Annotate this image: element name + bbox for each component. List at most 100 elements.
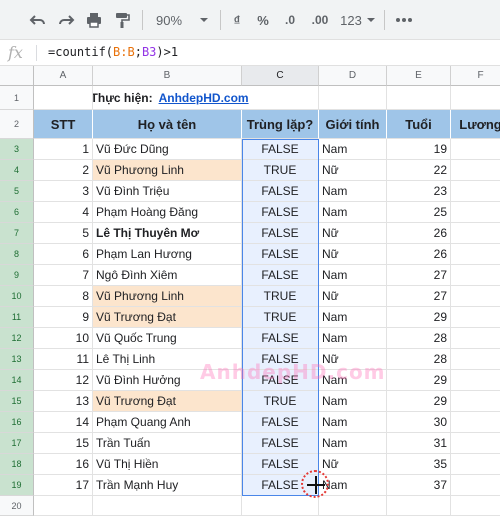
duplicate-check-cell[interactable]: TRUE: [242, 160, 319, 181]
column-header-f[interactable]: F: [451, 66, 500, 86]
row-header-3[interactable]: 3: [0, 139, 34, 160]
duplicate-check-cell[interactable]: FALSE: [242, 412, 319, 433]
row-header-4[interactable]: 4: [0, 160, 34, 181]
cell-empty[interactable]: [451, 496, 500, 516]
decrease-decimal-button[interactable]: .0: [278, 8, 302, 32]
age-cell[interactable]: 29: [387, 391, 451, 412]
salary-cell[interactable]: [451, 328, 500, 349]
header-salary[interactable]: Lương: [451, 110, 500, 139]
row-header-16[interactable]: 16: [0, 412, 34, 433]
gender-cell[interactable]: Nam: [319, 391, 387, 412]
number-format-button[interactable]: 123: [336, 8, 366, 32]
name-cell[interactable]: Vũ Quốc Trung: [93, 328, 242, 349]
gender-cell[interactable]: Nam: [319, 433, 387, 454]
stt-cell[interactable]: 6: [34, 244, 93, 265]
age-cell[interactable]: 28: [387, 328, 451, 349]
cell-empty[interactable]: [451, 86, 500, 110]
stt-cell[interactable]: 15: [34, 433, 93, 454]
more-options-icon[interactable]: [392, 8, 416, 32]
stt-cell[interactable]: 14: [34, 412, 93, 433]
salary-cell[interactable]: [451, 265, 500, 286]
age-cell[interactable]: 29: [387, 370, 451, 391]
cell-empty[interactable]: [319, 86, 387, 110]
redo-icon[interactable]: [54, 8, 78, 32]
salary-cell[interactable]: [451, 181, 500, 202]
stt-cell[interactable]: 8: [34, 286, 93, 307]
gender-cell[interactable]: Nam: [319, 202, 387, 223]
stt-cell[interactable]: 17: [34, 475, 93, 496]
age-cell[interactable]: 27: [387, 265, 451, 286]
row-header-6[interactable]: 6: [0, 202, 34, 223]
row-header-18[interactable]: 18: [0, 454, 34, 475]
stt-cell[interactable]: 2: [34, 160, 93, 181]
gender-cell[interactable]: Nam: [319, 370, 387, 391]
gender-cell[interactable]: Nam: [319, 265, 387, 286]
gender-cell[interactable]: Nữ: [319, 286, 387, 307]
stt-cell[interactable]: 1: [34, 139, 93, 160]
age-cell[interactable]: 31: [387, 433, 451, 454]
age-cell[interactable]: 23: [387, 181, 451, 202]
undo-icon[interactable]: [26, 8, 50, 32]
salary-cell[interactable]: [451, 160, 500, 181]
row-header-20[interactable]: 20: [0, 496, 34, 516]
gender-cell[interactable]: Nam: [319, 139, 387, 160]
salary-cell[interactable]: [451, 286, 500, 307]
row-header-15[interactable]: 15: [0, 391, 34, 412]
title-link[interactable]: AnhdepHD.com: [155, 86, 319, 110]
gender-cell[interactable]: Nữ: [319, 244, 387, 265]
name-cell[interactable]: Vũ Đình Triệu: [93, 181, 242, 202]
salary-cell[interactable]: [451, 244, 500, 265]
row-header-17[interactable]: 17: [0, 433, 34, 454]
cell-empty[interactable]: [387, 86, 451, 110]
row-header-19[interactable]: 19: [0, 475, 34, 496]
chevron-down-icon[interactable]: [196, 8, 212, 32]
gender-cell[interactable]: Nam: [319, 181, 387, 202]
duplicate-check-cell[interactable]: FALSE: [242, 265, 319, 286]
salary-cell[interactable]: [451, 475, 500, 496]
row-header-7[interactable]: 7: [0, 223, 34, 244]
name-cell[interactable]: Trần Tuấn: [93, 433, 242, 454]
age-cell[interactable]: 26: [387, 244, 451, 265]
duplicate-check-cell[interactable]: FALSE: [242, 244, 319, 265]
cell-empty[interactable]: [93, 496, 242, 516]
cell-empty[interactable]: [242, 496, 319, 516]
age-cell[interactable]: 26: [387, 223, 451, 244]
duplicate-check-cell[interactable]: TRUE: [242, 307, 319, 328]
gender-cell[interactable]: Nữ: [319, 160, 387, 181]
header-stt[interactable]: STT: [34, 110, 93, 139]
duplicate-check-cell[interactable]: TRUE: [242, 286, 319, 307]
row-header-5[interactable]: 5: [0, 181, 34, 202]
salary-cell[interactable]: [451, 202, 500, 223]
chevron-down-icon[interactable]: [364, 8, 378, 32]
row-header-14[interactable]: 14: [0, 370, 34, 391]
row-header-10[interactable]: 10: [0, 286, 34, 307]
row-header-8[interactable]: 8: [0, 244, 34, 265]
formula-input[interactable]: =countif(B:B;B3)>1: [48, 45, 178, 59]
salary-cell[interactable]: [451, 454, 500, 475]
row-header-2[interactable]: 2: [0, 110, 34, 139]
age-cell[interactable]: 22: [387, 160, 451, 181]
salary-cell[interactable]: [451, 139, 500, 160]
select-all-corner[interactable]: [0, 66, 34, 86]
header-gender[interactable]: Giới tính: [319, 110, 387, 139]
age-cell[interactable]: 19: [387, 139, 451, 160]
duplicate-check-cell[interactable]: FALSE: [242, 181, 319, 202]
name-cell[interactable]: Phạm Quang Anh: [93, 412, 242, 433]
percent-format-button[interactable]: %: [252, 8, 274, 32]
gender-cell[interactable]: Nữ: [319, 349, 387, 370]
stt-cell[interactable]: 13: [34, 391, 93, 412]
age-cell[interactable]: 37: [387, 475, 451, 496]
stt-cell[interactable]: 3: [34, 181, 93, 202]
row-header-11[interactable]: 11: [0, 307, 34, 328]
name-cell[interactable]: Vũ Trương Đạt: [93, 391, 242, 412]
name-cell[interactable]: Phạm Lan Hương: [93, 244, 242, 265]
cell-empty[interactable]: [34, 496, 93, 516]
duplicate-check-cell[interactable]: FALSE: [242, 328, 319, 349]
stt-cell[interactable]: 9: [34, 307, 93, 328]
salary-cell[interactable]: [451, 349, 500, 370]
row-header-12[interactable]: 12: [0, 328, 34, 349]
row-header-1[interactable]: 1: [0, 86, 34, 110]
gender-cell[interactable]: Nữ: [319, 223, 387, 244]
column-header-b[interactable]: B: [93, 66, 242, 86]
gender-cell[interactable]: Nam: [319, 328, 387, 349]
